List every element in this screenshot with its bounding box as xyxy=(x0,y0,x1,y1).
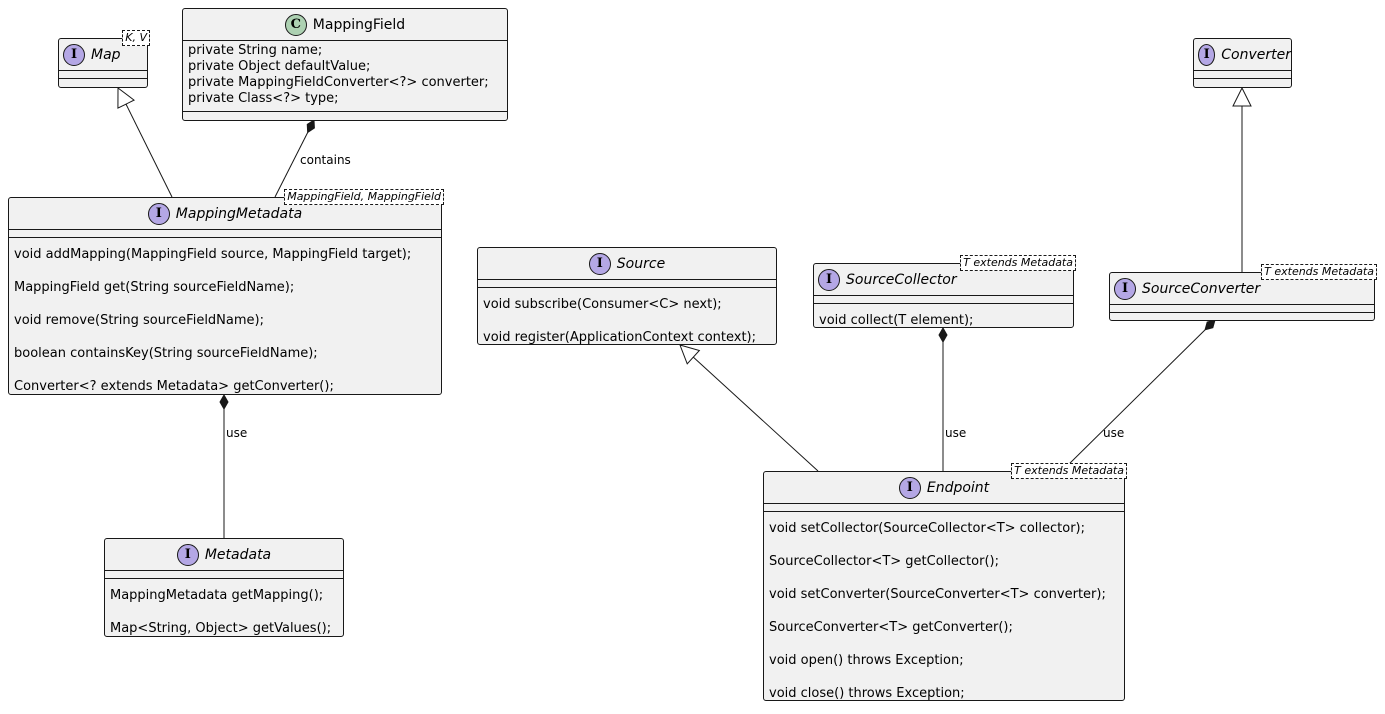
attributes-section xyxy=(1110,305,1374,313)
class-mapping-field[interactable]: C MappingField private String name; private… xyxy=(182,8,508,121)
attribute: private Class<?> type; xyxy=(188,91,339,106)
relation-label: use xyxy=(945,426,967,440)
generic-parameters: T extends Metadata xyxy=(1261,264,1377,280)
method: void setConverter(SourceConverter<T> con… xyxy=(769,587,1106,602)
method: void remove(String sourceFieldName); xyxy=(14,313,264,328)
method: void collect(T element); xyxy=(819,313,974,328)
attribute: private Object defaultValue; xyxy=(188,59,371,74)
attributes-section xyxy=(478,280,776,288)
method: void addMapping(MappingField source, Map… xyxy=(14,247,412,262)
class-mapping-metadata[interactable]: I MappingMetadata MappingField, MappingFie… xyxy=(8,189,444,395)
interface-icon: I xyxy=(898,476,921,499)
attribute: private String name; xyxy=(188,43,323,58)
class-name: Endpoint xyxy=(926,479,990,496)
method: void setCollector(SourceCollector<T> col… xyxy=(769,521,1085,536)
class-name: MappingMetadata xyxy=(175,205,303,222)
relation-label: use xyxy=(1103,426,1125,440)
methods-section: void addMapping(MappingField source, Map… xyxy=(9,238,441,407)
class-name: SourceConverter xyxy=(1142,280,1261,297)
attributes-section xyxy=(814,296,1073,304)
class-name: Converter xyxy=(1221,46,1291,63)
relation-line-mapping-metadata-map xyxy=(125,103,173,198)
relation-line-endpoint-source-converter xyxy=(1061,329,1206,472)
class-endpoint[interactable]: I Endpoint T extends Metadata void setColle… xyxy=(763,463,1127,701)
methods-section: void collect(T element); xyxy=(814,304,1073,341)
method: SourceCollector<T> getCollector(); xyxy=(769,554,999,569)
method: void open() throws Exception; xyxy=(769,653,964,668)
generic-parameters: MappingField, MappingField xyxy=(284,189,444,205)
attributes-section xyxy=(9,230,441,238)
class-icon: C xyxy=(284,13,307,36)
methods-section: MappingMetadata getMapping(); Map<String,… xyxy=(105,579,343,649)
relation-label: contains xyxy=(300,153,351,167)
class-source[interactable]: I Source void subscribe(Consumer<C> next);… xyxy=(477,247,777,345)
class-name: MappingField xyxy=(312,16,406,33)
class-name: Metadata xyxy=(204,546,272,563)
class-header: C MappingField xyxy=(183,9,507,41)
method: MappingField get(String sourceFieldName)… xyxy=(14,280,295,295)
methods-section: void setCollector(SourceCollector<T> col… xyxy=(764,512,1124,714)
interface-icon: I xyxy=(588,252,611,275)
generic-parameters: K, V xyxy=(122,30,150,46)
composition-diamond-icon xyxy=(306,119,315,134)
relation-line-endpoint-source xyxy=(692,356,819,472)
method: void register(ApplicationContext context… xyxy=(483,330,756,345)
attributes-section xyxy=(764,504,1124,512)
class-name: Map xyxy=(91,46,121,63)
method: MappingMetadata getMapping(); xyxy=(110,588,324,603)
method: void close() throws Exception; xyxy=(769,686,965,701)
composition-diamond-icon xyxy=(1204,319,1216,331)
class-header: I Metadata xyxy=(105,539,343,571)
attributes-section xyxy=(59,71,147,79)
relation-label: use xyxy=(226,426,248,440)
generic-parameters: T extends Metadata xyxy=(960,255,1076,271)
method: boolean containsKey(String sourceFieldNa… xyxy=(14,346,318,361)
interface-icon: I xyxy=(818,268,840,291)
class-converter[interactable]: I Converter xyxy=(1193,38,1292,88)
interface-icon: I xyxy=(147,202,170,225)
class-source-collector[interactable]: I SourceCollector T extends Metadata void c… xyxy=(813,255,1076,328)
attribute: private MappingFieldConverter<?> convert… xyxy=(188,75,489,90)
class-name: SourceCollector xyxy=(846,271,957,288)
interface-icon: I xyxy=(176,543,199,566)
attributes-section: private String name; private Object defau… xyxy=(183,41,507,112)
attributes-section xyxy=(1194,71,1291,79)
methods-section: void subscribe(Consumer<C> next); void re… xyxy=(478,288,776,358)
method: Map<String, Object> getValues(); xyxy=(110,621,332,636)
class-map[interactable]: I Map K, V xyxy=(58,30,150,88)
method: void subscribe(Consumer<C> next); xyxy=(483,297,722,312)
interface-icon: I xyxy=(63,43,85,66)
class-header: I Converter xyxy=(1194,39,1291,71)
class-header: I Source xyxy=(478,248,776,280)
method: Converter<? extends Metadata> getConvert… xyxy=(14,379,334,394)
interface-icon: I xyxy=(1198,43,1216,66)
class-name: Source xyxy=(616,255,666,272)
class-metadata[interactable]: I Metadata MappingMetadata getMapping(); Ma… xyxy=(104,538,344,637)
interface-icon: I xyxy=(1114,277,1136,300)
generic-parameters: T extends Metadata xyxy=(1011,463,1127,479)
class-source-converter[interactable]: I SourceConverter T extends Metadata xyxy=(1109,264,1377,321)
inheritance-arrow-icon xyxy=(1232,86,1252,107)
method: SourceConverter<T> getConverter(); xyxy=(769,620,1013,635)
attributes-section xyxy=(105,571,343,579)
